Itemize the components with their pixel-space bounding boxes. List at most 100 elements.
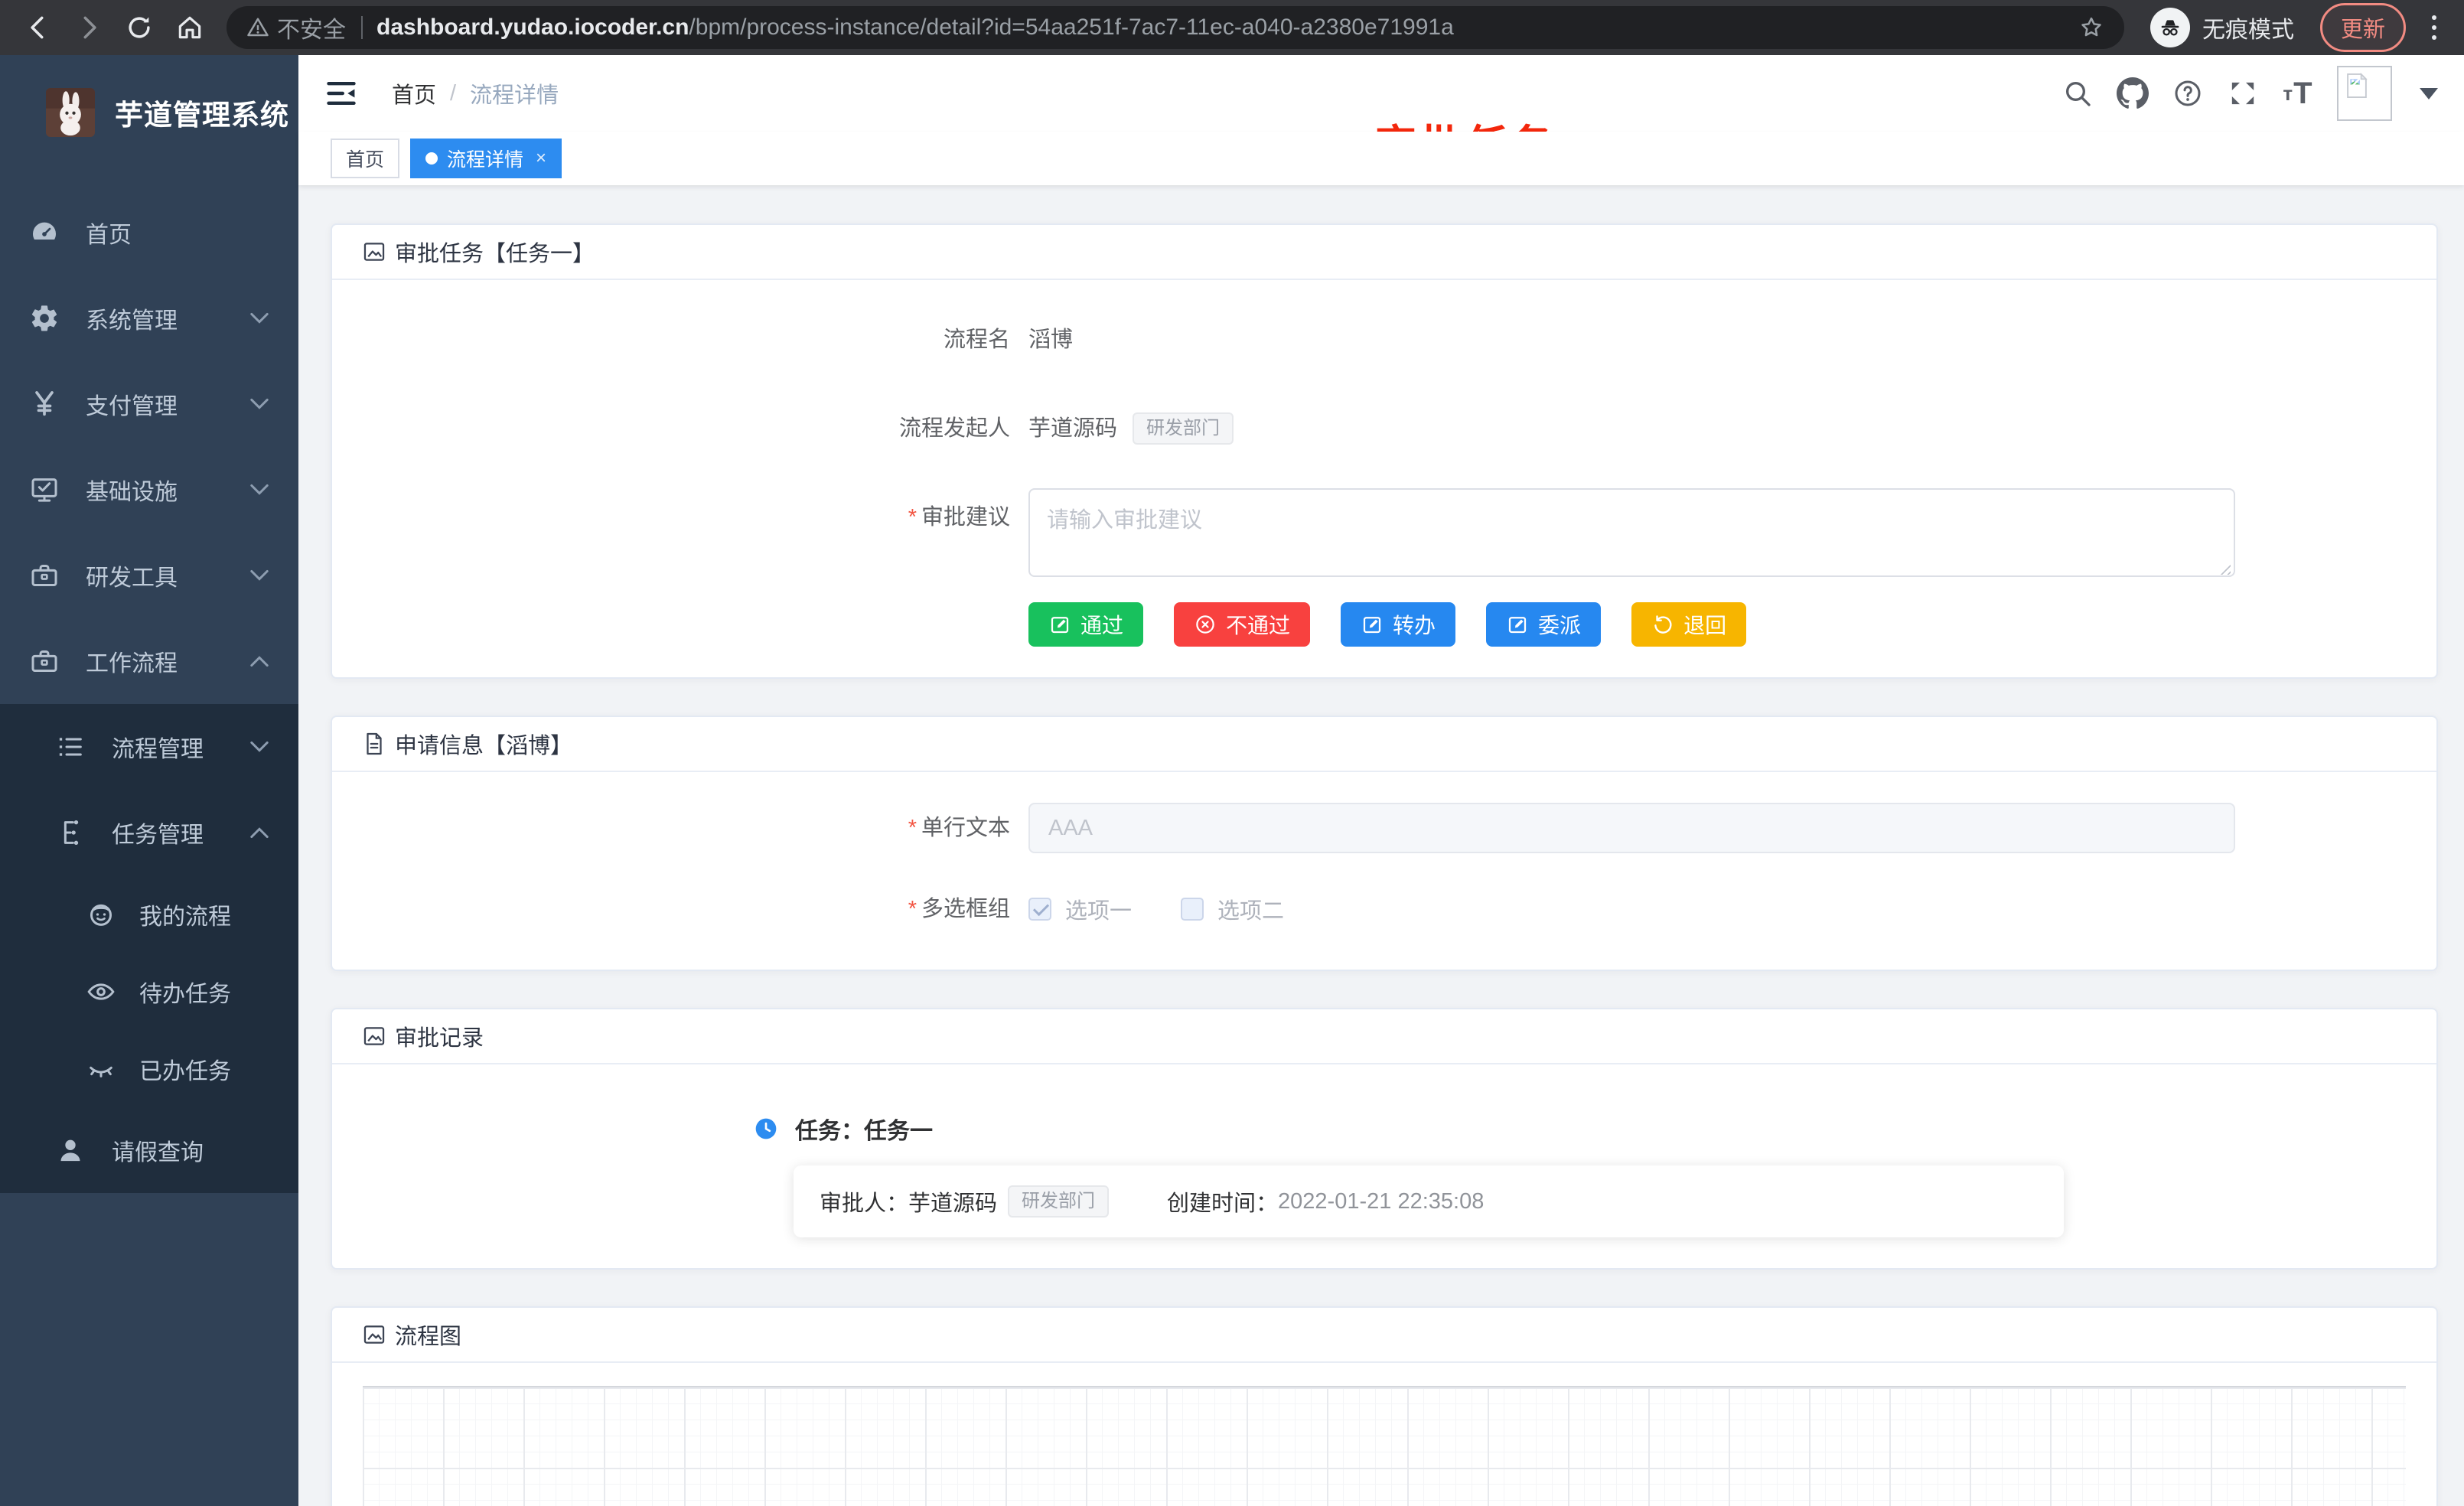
not-secure-warning-icon xyxy=(246,16,269,39)
avatar[interactable] xyxy=(2337,66,2392,121)
create-time-label: 创建时间： xyxy=(1167,1185,1278,1218)
refresh-left-icon xyxy=(1651,613,1674,636)
sidebar-collapse-icon[interactable] xyxy=(324,77,358,110)
gear-icon xyxy=(29,303,60,334)
sidebar-item-system[interactable]: 系统管理 xyxy=(0,275,298,361)
broken-image-icon xyxy=(2342,71,2371,100)
process-name-row: 流程名 滔博 xyxy=(363,311,2406,369)
card-title: 审批记录 xyxy=(395,1020,484,1052)
sidebar-item-task-mgmt[interactable]: 任务管理 xyxy=(0,790,298,875)
help-icon[interactable] xyxy=(2172,77,2204,109)
back-arrow-icon xyxy=(24,13,53,42)
sidebar-item-label: 流程管理 xyxy=(112,730,249,764)
bookmark-star-icon[interactable] xyxy=(2078,15,2104,41)
browser-menu-button[interactable] xyxy=(2421,15,2447,40)
transfer-button[interactable]: 转办 xyxy=(1341,602,1455,647)
back-button[interactable] xyxy=(17,6,60,49)
record-detail-box: 审批人： 芋道源码 研发部门 创建时间： 2022-01-21 22:35:08 xyxy=(794,1165,2064,1237)
sidebar-item-workflow[interactable]: 工作流程 xyxy=(0,618,298,704)
sidebar-logo-row[interactable]: 芋道管理系统 xyxy=(0,55,298,170)
incognito-label: 无痕模式 xyxy=(2202,11,2294,44)
github-icon[interactable] xyxy=(2117,77,2149,109)
sidebar: 芋道管理系统 首页 系统管理 支付管理 xyxy=(0,55,298,1506)
sidebar-item-label: 请假查询 xyxy=(112,1133,269,1167)
picture-icon xyxy=(361,1322,387,1348)
tab-close-icon[interactable]: × xyxy=(536,148,546,169)
approval-actions: 通过 不通过 转办 委 xyxy=(363,602,2406,647)
sidebar-item-done-tasks[interactable]: 已办任务 xyxy=(0,1030,298,1107)
sidebar-item-label: 系统管理 xyxy=(86,302,249,335)
checkbox-group-row: *多选框组 选项一 选项二 xyxy=(363,884,2406,934)
sidebar-item-infra[interactable]: 基础设施 xyxy=(0,447,298,533)
breadcrumb-home[interactable]: 首页 xyxy=(392,77,436,109)
font-size-icon[interactable]: тT xyxy=(2282,77,2314,109)
monitor-check-icon xyxy=(29,474,60,505)
approve-button[interactable]: 通过 xyxy=(1028,602,1143,647)
avatar-caret-icon[interactable] xyxy=(2420,88,2438,99)
search-icon[interactable] xyxy=(2061,77,2094,109)
page-content: 审批任务【任务一】 流程名 滔博 流程发起人 芋道源码 研发部门 xyxy=(298,185,2464,1506)
org-tree-icon xyxy=(55,817,86,848)
card-header: 申请信息【滔博】 xyxy=(332,717,2436,772)
comment-row: *审批建议 xyxy=(363,488,2406,581)
reload-button[interactable] xyxy=(118,6,161,49)
reject-button[interactable]: 不通过 xyxy=(1174,602,1310,647)
omnibox-divider xyxy=(361,16,363,39)
sidebar-item-process-mgmt[interactable]: 流程管理 xyxy=(0,704,298,790)
briefcase-icon xyxy=(29,646,60,676)
comment-textarea[interactable] xyxy=(1028,488,2235,577)
home-button[interactable] xyxy=(168,6,211,49)
fullscreen-icon[interactable] xyxy=(2227,77,2259,109)
document-icon xyxy=(361,731,387,757)
card-header: 审批记录 xyxy=(332,1009,2436,1064)
checkbox-option1[interactable] xyxy=(1028,898,1051,921)
breadcrumb: 首页 / 流程详情 xyxy=(392,77,559,109)
chrome-update-button[interactable]: 更新 xyxy=(2320,3,2406,52)
browser-toolbar: 不安全 dashboard.yudao.iocoder.cn /bpm/proc… xyxy=(0,0,2464,55)
forward-arrow-icon xyxy=(74,13,103,42)
chevron-up-icon xyxy=(249,823,269,843)
card-title: 审批任务【任务一】 xyxy=(395,236,595,268)
sidebar-item-leave-query[interactable]: 请假查询 xyxy=(0,1107,298,1193)
edit-icon xyxy=(1361,613,1384,636)
process-name-label: 流程名 xyxy=(363,311,1028,369)
tag-tabs-bar: 首页 流程详情 × xyxy=(298,132,2464,185)
sidebar-item-label: 任务管理 xyxy=(112,816,249,849)
reload-icon xyxy=(125,13,154,42)
sidebar-item-payment[interactable]: 支付管理 xyxy=(0,361,298,447)
required-asterisk: * xyxy=(908,505,917,530)
chevron-down-icon xyxy=(249,737,269,757)
timeline-task-title: 任务：任务一 xyxy=(795,1112,933,1146)
checkbox-option2[interactable] xyxy=(1181,898,1204,921)
return-button[interactable]: 退回 xyxy=(1631,602,1746,647)
single-text-label: *单行文本 xyxy=(363,803,1028,853)
circle-x-icon xyxy=(1194,613,1217,636)
tab-process-detail[interactable]: 流程详情 × xyxy=(410,139,562,178)
address-bar[interactable]: 不安全 dashboard.yudao.iocoder.cn /bpm/proc… xyxy=(227,6,2124,49)
home-icon xyxy=(175,13,204,42)
incognito-indicator: 无痕模式 xyxy=(2150,8,2294,47)
app-logo xyxy=(46,88,95,137)
clock-icon xyxy=(754,1116,778,1141)
approver-dept-tag: 研发部门 xyxy=(1008,1185,1109,1218)
incognito-icon xyxy=(2150,8,2190,47)
card-body: 任务：任务一 审批人： 芋道源码 研发部门 创建时间： 2022-01-21 2… xyxy=(332,1064,2436,1268)
sidebar-item-my-process[interactable]: 我的流程 xyxy=(0,875,298,953)
sidebar-item-label: 研发工具 xyxy=(86,559,249,592)
breadcrumb-current: 流程详情 xyxy=(470,77,559,109)
checkbox-group-label: *多选框组 xyxy=(363,884,1028,934)
single-text-input[interactable] xyxy=(1028,803,2235,853)
bpmn-grid-canvas[interactable] xyxy=(363,1386,2406,1506)
forward-button[interactable] xyxy=(67,6,110,49)
initiator-dept-tag: 研发部门 xyxy=(1133,412,1234,445)
checkbox-option1-label: 选项一 xyxy=(1065,893,1132,925)
sidebar-item-todo-tasks[interactable]: 待办任务 xyxy=(0,953,298,1030)
sidebar-item-home[interactable]: 首页 xyxy=(0,190,298,275)
sidebar-menu: 首页 系统管理 支付管理 基础设施 xyxy=(0,190,298,1193)
initiator-name: 芋道源码 xyxy=(1028,399,1117,458)
tab-home[interactable]: 首页 xyxy=(331,139,399,178)
sidebar-item-devtools[interactable]: 研发工具 xyxy=(0,533,298,618)
edit-icon xyxy=(1048,613,1071,636)
delegate-button[interactable]: 委派 xyxy=(1486,602,1601,647)
approver-name: 芋道源码 xyxy=(908,1185,997,1218)
